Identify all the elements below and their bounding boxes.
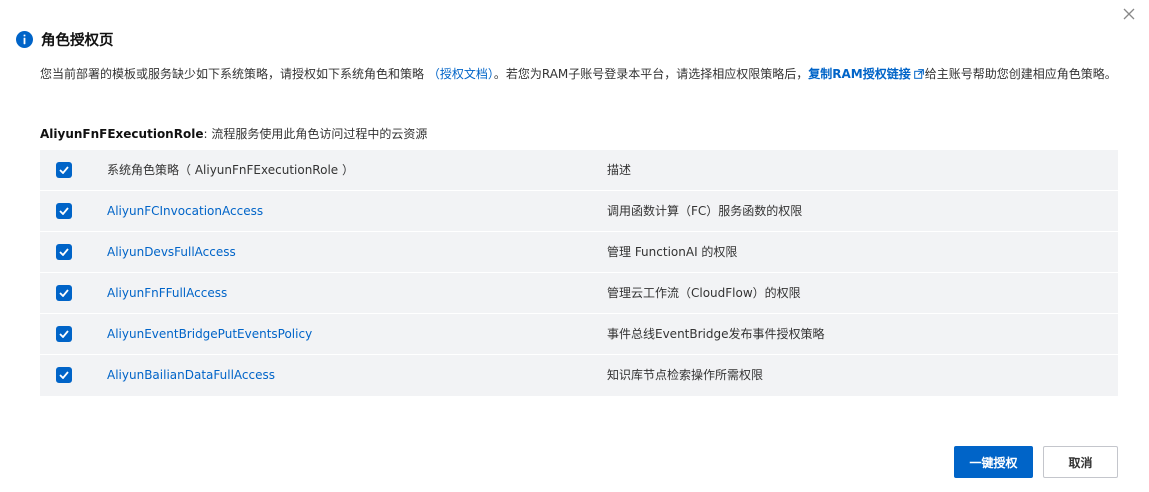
row-checkbox[interactable]	[56, 326, 72, 342]
table-row: AliyunFCInvocationAccess 调用函数计算（FC）服务函数的…	[40, 191, 1118, 232]
description-text-2: 。若您为RAM子账号登录本平台，请选择相应权限策略后，	[493, 67, 809, 81]
policy-table: 系统角色策略（ AliyunFnFExecutionRole ） 描述 Aliy…	[40, 150, 1118, 396]
checkbox-checked-icon	[59, 166, 69, 174]
dialog-header: 角色授权页	[16, 28, 114, 50]
row-checkbox[interactable]	[56, 367, 72, 383]
row-checkbox[interactable]	[56, 285, 72, 301]
policy-description: 管理 FunctionAI 的权限	[607, 245, 738, 259]
checkbox-checked-icon	[59, 330, 69, 338]
row-checkbox[interactable]	[56, 244, 72, 260]
select-all-checkbox[interactable]	[56, 162, 72, 178]
close-button[interactable]	[1118, 3, 1140, 25]
table-header-row: 系统角色策略（ AliyunFnFExecutionRole ） 描述	[40, 150, 1118, 191]
description-text: 您当前部署的模板或服务缺少如下系统策略，请授权如下系统角色和策略	[40, 67, 428, 81]
policy-description: 知识库节点检索操作所需权限	[607, 368, 764, 382]
close-icon[interactable]	[1122, 7, 1136, 21]
dialog-title: 角色授权页	[41, 32, 114, 49]
role-description: : 流程服务使用此角色访问过程中的云资源	[203, 127, 428, 141]
info-icon	[16, 30, 33, 48]
checkbox-checked-icon	[59, 289, 69, 297]
table-row: AliyunEventBridgePutEventsPolicy 事件总线Eve…	[40, 314, 1118, 355]
dialog-description: 您当前部署的模板或服务缺少如下系统策略，请授权如下系统角色和策略 （授权文档）。…	[40, 63, 1125, 86]
role-name: AliyunFnFExecutionRole	[40, 127, 204, 141]
policy-name-link[interactable]: AliyunBailianDataFullAccess	[107, 355, 275, 395]
policy-name-link[interactable]: AliyunFnFFullAccess	[107, 273, 227, 313]
external-link-icon[interactable]	[913, 69, 924, 79]
policy-description: 调用函数计算（FC）服务函数的权限	[607, 204, 803, 218]
copy-ram-auth-link[interactable]: 复制RAM授权链接	[808, 67, 910, 81]
policy-name-link[interactable]: AliyunEventBridgePutEventsPolicy	[107, 314, 312, 354]
checkbox-checked-icon	[59, 207, 69, 215]
column-header-description: 描述	[607, 163, 632, 177]
table-row: AliyunDevsFullAccess 管理 FunctionAI 的权限	[40, 232, 1118, 273]
policy-name-link[interactable]: AliyunDevsFullAccess	[107, 232, 236, 272]
table-row: AliyunFnFFullAccess 管理云工作流（CloudFlow）的权限	[40, 273, 1118, 314]
checkbox-checked-icon	[59, 371, 69, 379]
role-info: AliyunFnFExecutionRole: 流程服务使用此角色访问过程中的云…	[40, 124, 427, 144]
policy-description: 管理云工作流（CloudFlow）的权限	[607, 286, 801, 300]
cancel-button[interactable]: 取消	[1043, 446, 1118, 478]
one-click-authorize-button[interactable]: 一键授权	[954, 446, 1033, 478]
table-row: AliyunBailianDataFullAccess 知识库节点检索操作所需权…	[40, 355, 1118, 396]
column-header-policy: 系统角色策略（ AliyunFnFExecutionRole ）	[107, 163, 354, 177]
auth-doc-link[interactable]: （授权文档）	[428, 67, 494, 81]
checkbox-checked-icon	[59, 248, 69, 256]
row-checkbox[interactable]	[56, 203, 72, 219]
description-text-3: 给主账号帮助您创建相应角色策略。	[924, 67, 1117, 81]
policy-name-link[interactable]: AliyunFCInvocationAccess	[107, 191, 263, 231]
policy-description: 事件总线EventBridge发布事件授权策略	[607, 327, 825, 341]
